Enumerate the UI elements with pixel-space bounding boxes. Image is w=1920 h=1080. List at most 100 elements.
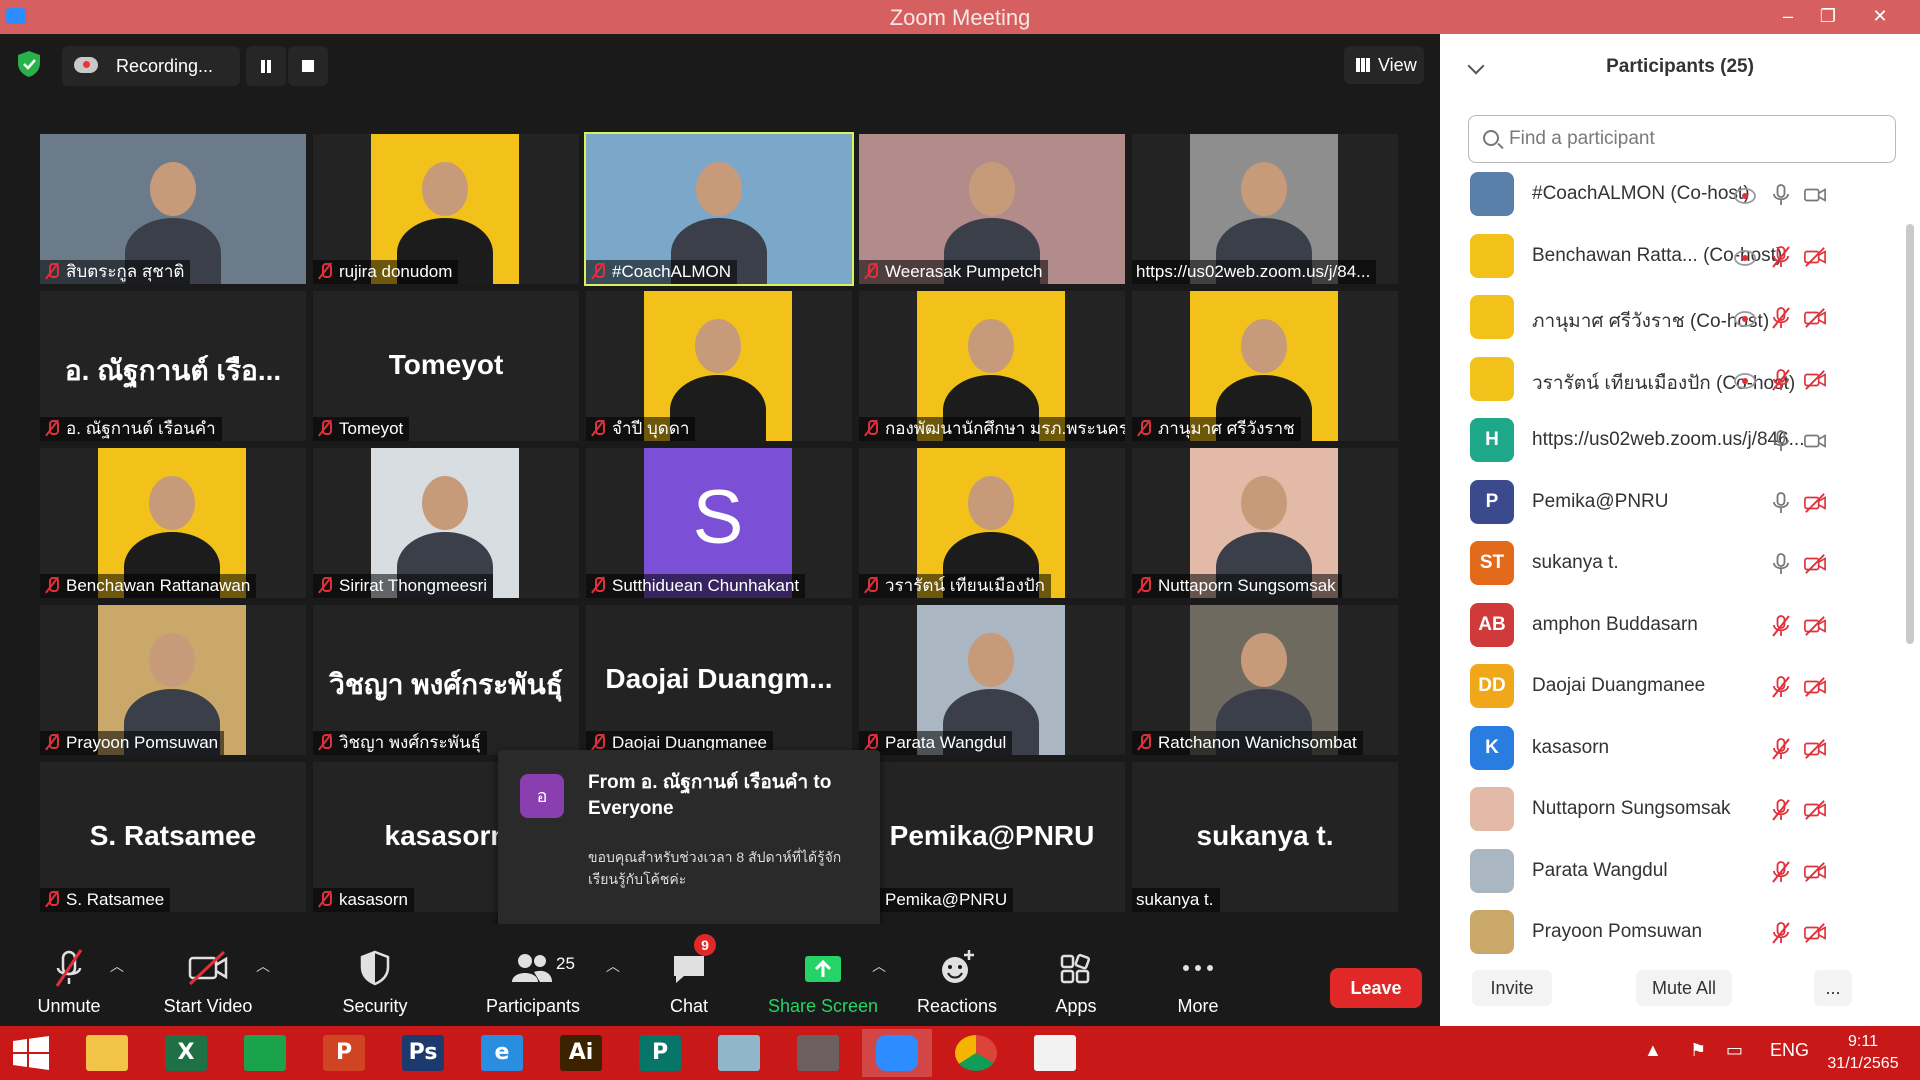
mute-all-button[interactable]: Mute All xyxy=(1636,970,1732,1006)
participant-row[interactable]: ST sukanya t. xyxy=(1440,533,1904,595)
tray-overflow-chevron-icon[interactable]: ▲ xyxy=(1644,1040,1662,1061)
taskbar-app-button[interactable] xyxy=(862,1029,932,1077)
taskbar-app-button[interactable]: X xyxy=(151,1029,221,1077)
reactions-button[interactable]: Reactions xyxy=(910,924,1004,1026)
chat-button[interactable]: 9 Chat xyxy=(660,924,718,1026)
more-button[interactable]: More xyxy=(1168,924,1228,1026)
participant-row[interactable]: วรารัตน์ เทียนเมืองปัก (Co-host) xyxy=(1440,349,1904,411)
apps-button[interactable]: Apps xyxy=(1046,924,1106,1026)
video-tile[interactable]: S Sutthiduean Chunhakant xyxy=(586,448,852,598)
taskbar-app-button[interactable]: P xyxy=(625,1029,695,1077)
language-indicator[interactable]: ENG xyxy=(1770,1040,1809,1061)
video-tile[interactable]: วรารัตน์ เทียนเมืองปัก xyxy=(859,448,1125,598)
video-tile[interactable]: Sirirat Thongmeesri xyxy=(313,448,579,598)
video-tile[interactable]: กองพัฒนานักศึกษา มรภ.พระนคร xyxy=(859,291,1125,441)
encryption-shield-icon[interactable] xyxy=(16,50,42,78)
close-window-button[interactable]: ✕ xyxy=(1860,2,1900,30)
video-tile[interactable]: Ratchanon Wanichsombat xyxy=(1132,605,1398,755)
muted-microphone-icon[interactable] xyxy=(1770,368,1792,391)
participant-row[interactable]: DD Daojai Duangmanee xyxy=(1440,656,1904,718)
taskbar-app-button[interactable]: Ps xyxy=(388,1029,458,1077)
camera-off-icon[interactable] xyxy=(1804,615,1826,637)
video-tile[interactable]: Nuttaporn Sungsomsak xyxy=(1132,448,1398,598)
participant-row[interactable]: Parata Wangdul xyxy=(1440,841,1904,903)
camera-off-icon[interactable] xyxy=(1804,676,1826,698)
participants-button[interactable]: 25 Participants xyxy=(480,924,586,1026)
video-options-caret[interactable]: ︿ xyxy=(256,956,270,976)
video-tile[interactable]: ภานุมาศ ศรีวังราช xyxy=(1132,291,1398,441)
taskbar-app-button[interactable] xyxy=(783,1029,853,1077)
minimize-button[interactable]: – xyxy=(1768,2,1808,30)
taskbar-app-button[interactable] xyxy=(1020,1029,1090,1077)
action-center-flag-icon[interactable]: ⚑ xyxy=(1690,1040,1706,1061)
participant-row[interactable]: Kkasasorn xyxy=(1440,718,1904,780)
camera-off-icon[interactable] xyxy=(1804,738,1826,760)
participant-row[interactable]: Benchawan Ratta... (Co-host) xyxy=(1440,226,1904,288)
chat-notification-popup[interactable]: อ From อ. ณัฐกานต์ เรือนคำ to Everyone ข… xyxy=(498,750,880,945)
camera-icon[interactable] xyxy=(1804,430,1826,452)
stop-recording-button[interactable] xyxy=(288,46,328,86)
taskbar-app-button[interactable] xyxy=(941,1029,1011,1077)
video-tile[interactable]: อ. ณัฐกานต์ เรือ... อ. ณัฐกานต์ เรือนคำ xyxy=(40,291,306,441)
video-tile[interactable]: rujira donudom xyxy=(313,134,579,284)
video-tile[interactable]: จำปี บุดดา xyxy=(586,291,852,441)
participant-row[interactable]: ภานุมาศ ศรีวังราช (Co-host) xyxy=(1440,287,1904,349)
video-tile[interactable]: S. Ratsamee S. Ratsamee xyxy=(40,762,306,912)
view-button[interactable]: View xyxy=(1344,46,1424,84)
share-screen-button[interactable]: Share Screen xyxy=(764,924,882,1026)
video-tile[interactable]: Daojai Duangm... Daojai Duangmanee xyxy=(586,605,852,755)
participants-scrollbar[interactable] xyxy=(1906,224,1914,644)
taskbar-app-button[interactable]: e xyxy=(467,1029,537,1077)
video-tile[interactable]: sukanya t. sukanya t. xyxy=(1132,762,1398,912)
microphone-icon[interactable] xyxy=(1770,430,1792,452)
leave-button[interactable]: Leave xyxy=(1330,968,1422,1008)
camera-off-icon[interactable] xyxy=(1804,369,1826,391)
invite-button[interactable]: Invite xyxy=(1472,970,1552,1006)
participant-row[interactable]: #CoachALMON (Co-host) xyxy=(1440,164,1904,226)
camera-off-icon[interactable] xyxy=(1804,922,1826,944)
taskbar-app-button[interactable] xyxy=(72,1029,142,1077)
participant-row[interactable]: P Pemika@PNRU xyxy=(1440,472,1904,534)
unmute-button[interactable]: Unmute xyxy=(26,924,112,1026)
microphone-icon[interactable] xyxy=(1770,553,1792,575)
video-tile[interactable]: วิชญา พงศ์กระพันธุ์ วิชญา พงศ์กระพันธุ์ xyxy=(313,605,579,755)
camera-off-icon[interactable] xyxy=(1804,246,1826,268)
video-tile[interactable]: https://us02web.zoom.us/j/84... xyxy=(1132,134,1398,284)
participant-row[interactable]: AB amphon Buddasarn xyxy=(1440,595,1904,657)
video-tile[interactable]: #CoachALMON xyxy=(584,132,854,286)
video-tile[interactable]: Prayoon Pomsuwan xyxy=(40,605,306,755)
microphone-icon[interactable] xyxy=(1770,184,1792,206)
camera-off-icon[interactable] xyxy=(1804,799,1826,821)
video-tile[interactable]: Weerasak Pumpetch xyxy=(859,134,1125,284)
muted-microphone-icon[interactable] xyxy=(1770,860,1792,883)
taskbar-app-button[interactable]: P xyxy=(309,1029,379,1077)
muted-microphone-icon[interactable] xyxy=(1770,737,1792,760)
muted-microphone-icon[interactable] xyxy=(1770,922,1792,944)
taskbar-app-button[interactable] xyxy=(704,1029,774,1077)
security-button[interactable]: Security xyxy=(332,924,418,1026)
muted-microphone-icon[interactable] xyxy=(1770,614,1792,637)
camera-off-icon[interactable] xyxy=(1804,553,1826,575)
muted-microphone-icon[interactable] xyxy=(1770,245,1792,268)
restore-button[interactable]: ❐ xyxy=(1808,2,1848,30)
video-tile[interactable]: สิบตระกูล สุชาติ xyxy=(40,134,306,284)
taskbar-app-button[interactable] xyxy=(230,1029,300,1077)
participants-options-caret[interactable]: ︿ xyxy=(606,956,620,976)
pause-recording-button[interactable] xyxy=(246,46,286,86)
camera-off-icon[interactable] xyxy=(1804,492,1826,514)
camera-off-icon[interactable] xyxy=(1804,861,1826,883)
network-icon[interactable]: ▭ xyxy=(1726,1040,1743,1061)
participant-row[interactable]: Hhttps://us02web.zoom.us/j/846... xyxy=(1440,410,1904,472)
start-video-button[interactable]: Start Video xyxy=(156,924,260,1026)
microphone-icon[interactable] xyxy=(1770,491,1792,514)
panel-more-button[interactable]: ... xyxy=(1814,970,1852,1006)
video-tile[interactable]: Pemika@PNRU Pemika@PNRU xyxy=(859,762,1125,912)
camera-icon[interactable] xyxy=(1804,184,1826,206)
muted-microphone-icon[interactable] xyxy=(1770,676,1792,698)
participant-search-input[interactable]: Find a participant xyxy=(1468,115,1896,163)
share-options-caret[interactable]: ︿ xyxy=(872,956,886,976)
video-tile[interactable]: Tomeyot Tomeyot xyxy=(313,291,579,441)
video-tile[interactable]: Benchawan Rattanawan xyxy=(40,448,306,598)
video-tile[interactable]: Parata Wangdul xyxy=(859,605,1125,755)
audio-options-caret[interactable]: ︿ xyxy=(110,956,124,976)
